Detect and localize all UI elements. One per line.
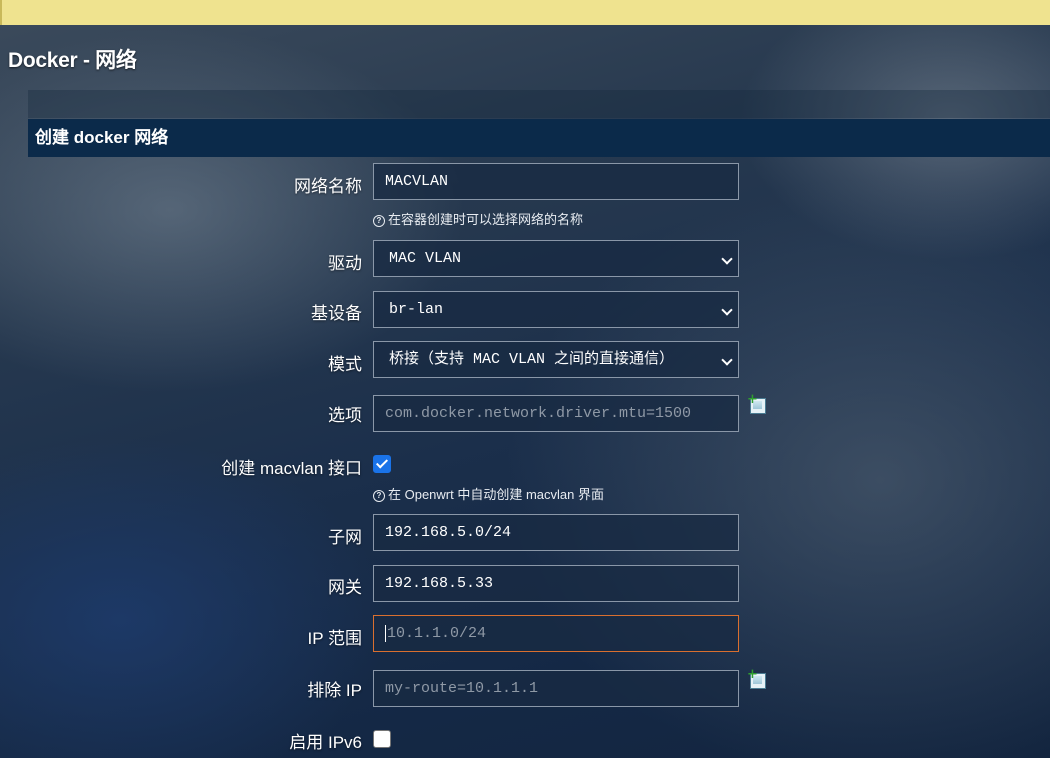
section-header: 创建 docker 网络: [28, 119, 1050, 157]
base-device-select[interactable]: br-lan: [373, 291, 739, 328]
chevron-down-icon: [721, 304, 733, 316]
network-name-help-text: 在容器创建时可以选择网络的名称: [388, 212, 584, 227]
gateway-label: 网关: [328, 578, 362, 597]
chevron-down-icon: [721, 253, 733, 265]
driver-select-value: MAC VLAN: [389, 250, 462, 267]
driver-label: 驱动: [328, 254, 362, 273]
chevron-down-icon: [721, 354, 733, 366]
exclude-ip-label: 排除 IP: [307, 681, 362, 700]
options-label: 选项: [328, 406, 362, 425]
ip-range-label: IP 范围: [307, 629, 362, 648]
notification-banner: [0, 0, 1050, 25]
base-device-label: 基设备: [311, 304, 362, 323]
base-device-select-value: br-lan: [389, 301, 444, 318]
mode-label: 模式: [328, 355, 362, 374]
enable-ipv6-label: 启用 IPv6: [289, 733, 362, 752]
mode-select[interactable]: 桥接（支持 MAC VLAN 之间的直接通信）: [373, 341, 739, 378]
options-input[interactable]: com.docker.network.driver.mtu=1500: [373, 395, 739, 432]
ip-range-placeholder: 10.1.1.0/24: [387, 625, 487, 642]
subnet-label: 子网: [328, 528, 362, 547]
page-title: Docker - 网络: [8, 49, 137, 72]
subnet-input[interactable]: 192.168.5.0/24: [373, 514, 739, 551]
exclude-ip-input[interactable]: my-route=10.1.1.1: [373, 670, 739, 707]
network-name-input[interactable]: MACVLAN: [373, 163, 739, 200]
gateway-input[interactable]: 192.168.5.33: [373, 565, 739, 602]
ip-range-input[interactable]: 10.1.1.0/24: [373, 615, 739, 652]
create-macvlan-label: 创建 macvlan 接口: [221, 459, 362, 478]
create-macvlan-help-text: 在 Openwrt 中自动创建 macvlan 界面: [388, 487, 604, 502]
add-entry-icon[interactable]: [747, 392, 766, 414]
driver-select[interactable]: MAC VLAN: [373, 240, 739, 277]
mode-select-value: 桥接（支持 MAC VLAN 之间的直接通信）: [389, 351, 675, 368]
question-circle-icon: ?: [373, 490, 385, 502]
network-name-label: 网络名称: [294, 177, 362, 196]
section-tab-bar: [28, 90, 1050, 118]
question-circle-icon: ?: [373, 215, 385, 227]
create-macvlan-help: ? 在 Openwrt 中自动创建 macvlan 界面: [373, 484, 604, 503]
create-macvlan-checkbox[interactable]: [373, 455, 391, 473]
add-entry-icon[interactable]: [747, 667, 766, 689]
network-name-help: ? 在容器创建时可以选择网络的名称: [373, 209, 583, 228]
enable-ipv6-checkbox[interactable]: [373, 730, 391, 748]
text-caret: [385, 624, 386, 642]
